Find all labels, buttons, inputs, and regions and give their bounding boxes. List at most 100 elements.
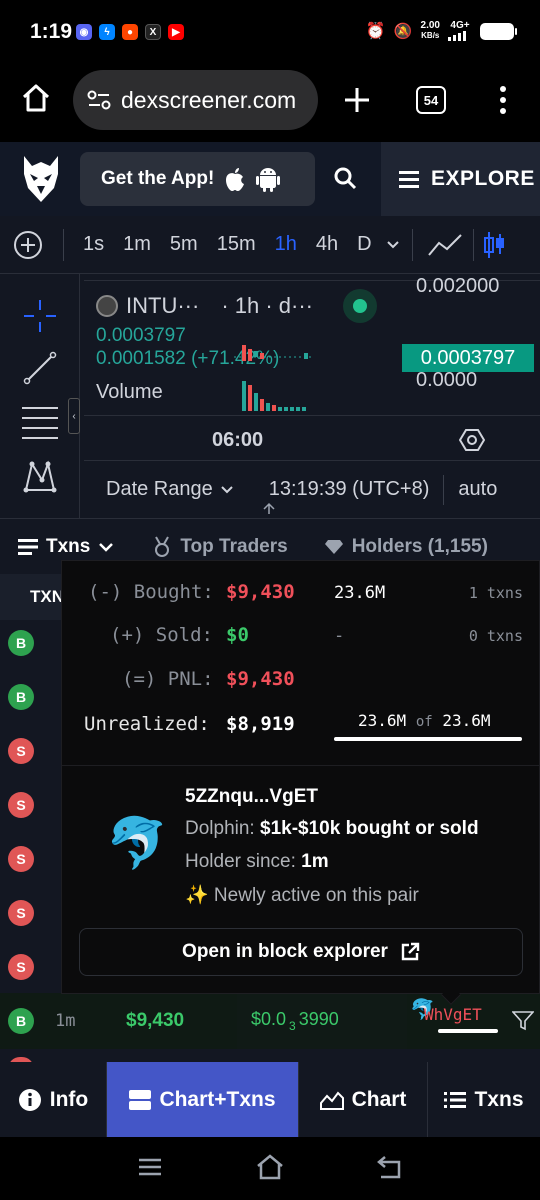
get-app-button[interactable]: Get the App! <box>80 152 315 206</box>
table-row-partial <box>0 1049 540 1069</box>
timeframe-15m[interactable]: 15m <box>217 233 256 256</box>
column-header-type: TXN <box>0 574 64 620</box>
dolphin-label: Dolphin: <box>185 818 255 839</box>
chart-pane[interactable]: INTU··· · 1h · d··· 0.0003797 0.0001582 … <box>84 275 540 458</box>
pnl-value: $9,430 <box>226 668 295 690</box>
timeframe-1m[interactable]: 1m <box>123 233 151 256</box>
timeframe-1h[interactable]: 1h <box>275 233 297 256</box>
tab-switcher-button[interactable]: 54 <box>416 86 446 114</box>
info-icon <box>18 1088 41 1111</box>
sold-value: $0 <box>226 624 249 646</box>
holder-since-label: Holder since: <box>185 851 296 872</box>
messenger-icon: ϟ <box>99 24 115 40</box>
recent-apps-icon[interactable] <box>138 1157 162 1177</box>
row-price-suffix: 3990 <box>298 1009 339 1030</box>
battery-icon <box>480 22 517 40</box>
scale-mode-button[interactable]: auto <box>458 478 497 501</box>
table-row[interactable]: S <box>0 728 62 774</box>
crosshair-icon[interactable] <box>22 298 58 334</box>
table-row[interactable]: B <box>0 674 62 720</box>
wallet-card: 🐬 5ZZnqu...VgET Dolphin: $1k-$10k bought… <box>62 765 540 995</box>
timeframe-1s[interactable]: 1s <box>83 233 104 256</box>
url-text: dexscreener.com <box>121 86 297 113</box>
holding-text: 23.6M of 23.6M <box>358 711 490 730</box>
chart-area: ‹ INTU··· · 1h · d··· 0.0003797 0.000158… <box>0 274 540 532</box>
chevron-down-icon[interactable] <box>221 485 233 494</box>
table-row[interactable]: S <box>0 890 62 936</box>
system-nav-bar <box>0 1137 540 1200</box>
tab-txns-label: Txns <box>46 535 91 557</box>
dolphin-value: $1k-$10k bought or sold <box>260 818 479 839</box>
nav-txns[interactable]: Txns <box>428 1062 540 1137</box>
sold-row: (+) Sold: $0 - 0 txns <box>62 624 540 654</box>
nav-chart[interactable]: Chart <box>299 1062 428 1137</box>
holder-since-value: 1m <box>301 851 329 872</box>
android-icon <box>256 168 281 192</box>
home-icon[interactable] <box>256 1154 284 1180</box>
candlestick-icon[interactable] <box>483 230 505 260</box>
bottom-nav: Info Chart+Txns Chart Txns <box>0 1062 540 1137</box>
site-settings-icon[interactable] <box>87 89 111 111</box>
pnl-label: (=) PNL: <box>122 668 214 690</box>
status-time: 1:19 <box>30 20 73 43</box>
network-type: 4G+ <box>450 20 470 31</box>
fib-retracement-icon[interactable] <box>20 404 60 440</box>
holding-of: of <box>415 714 433 730</box>
axis-mid-label: 0.0000 <box>416 369 478 391</box>
date-range-button[interactable]: Date Range <box>106 478 213 501</box>
settings-icon[interactable] <box>459 427 485 453</box>
list-icon <box>18 538 38 555</box>
collapse-toolbar-button[interactable]: ‹ <box>68 398 80 434</box>
row-price-prefix: $0.0 <box>251 1009 287 1030</box>
table-row[interactable]: S <box>0 782 62 828</box>
medal-icon <box>155 536 170 557</box>
pattern-tool-icon[interactable] <box>22 458 58 494</box>
net-speed: 2.00 KB/s <box>421 21 440 41</box>
buy-badge: B <box>8 1008 34 1034</box>
back-icon[interactable] <box>377 1155 403 1179</box>
sell-badge: S <box>8 900 34 926</box>
bought-amount: 23.6M <box>334 583 386 603</box>
chevron-down-icon[interactable] <box>386 240 400 250</box>
home-icon[interactable] <box>20 82 52 114</box>
net-speed-unit: KB/s <box>421 31 440 40</box>
url-bar[interactable]: dexscreener.com <box>73 70 318 130</box>
line-chart-icon[interactable] <box>427 233 463 257</box>
table-row-highlighted[interactable]: B 1m $9,430 $0.0 3 3990 🐬 WhVgET <box>0 993 540 1049</box>
timeframe-d[interactable]: D <box>357 233 371 256</box>
add-indicator-icon[interactable] <box>13 230 43 260</box>
table-row[interactable]: S <box>0 836 62 882</box>
x-icon: X <box>145 24 161 40</box>
tab-holders[interactable]: Holders (1,155) <box>324 536 488 558</box>
timeframe-4h[interactable]: 4h <box>316 233 338 256</box>
table-row[interactable]: B <box>0 620 62 666</box>
date-range-row: Date Range 13:19:39 (UTC+8) auto <box>84 460 540 518</box>
holding-progress-track <box>334 737 522 741</box>
more-menu-icon[interactable] <box>496 84 510 116</box>
newly-active: ✨ Newly active on this pair <box>185 885 419 906</box>
tab-top-traders[interactable]: Top Traders <box>152 536 288 558</box>
filter-icon[interactable] <box>512 1011 534 1031</box>
holder-since-line: Holder since: 1m <box>185 851 329 873</box>
dexscreener-logo-icon[interactable] <box>20 154 62 204</box>
bought-txns: 1 txns <box>468 584 523 602</box>
unrealized-value: $8,919 <box>226 713 295 735</box>
trend-line-icon[interactable] <box>22 350 58 386</box>
nav-info[interactable]: Info <box>0 1062 107 1137</box>
open-block-explorer-button[interactable]: Open in block explorer <box>79 928 523 976</box>
search-icon[interactable] <box>333 166 357 190</box>
external-link-icon <box>401 942 420 961</box>
explore-button[interactable]: EXPLORE <box>381 142 540 216</box>
nav-chart-txns[interactable]: Chart+Txns <box>107 1062 299 1137</box>
timeframe-5m[interactable]: 5m <box>170 233 198 256</box>
dolphin-line: Dolphin: $1k-$10k bought or sold <box>185 818 479 840</box>
tab-txns[interactable]: Txns <box>18 536 114 558</box>
new-tab-icon[interactable] <box>343 86 371 114</box>
unrealized-row: Unrealized: $8,919 23.6M of 23.6M <box>62 711 540 743</box>
row-maker[interactable]: WhVgET <box>424 1005 482 1024</box>
table-row[interactable]: S <box>0 944 62 990</box>
time-axis-label: 06:00 <box>212 429 264 451</box>
buy-badge: B <box>8 684 34 710</box>
nav-info-label: Info <box>49 1087 89 1111</box>
price-tag: 0.0003797 <box>402 344 534 372</box>
